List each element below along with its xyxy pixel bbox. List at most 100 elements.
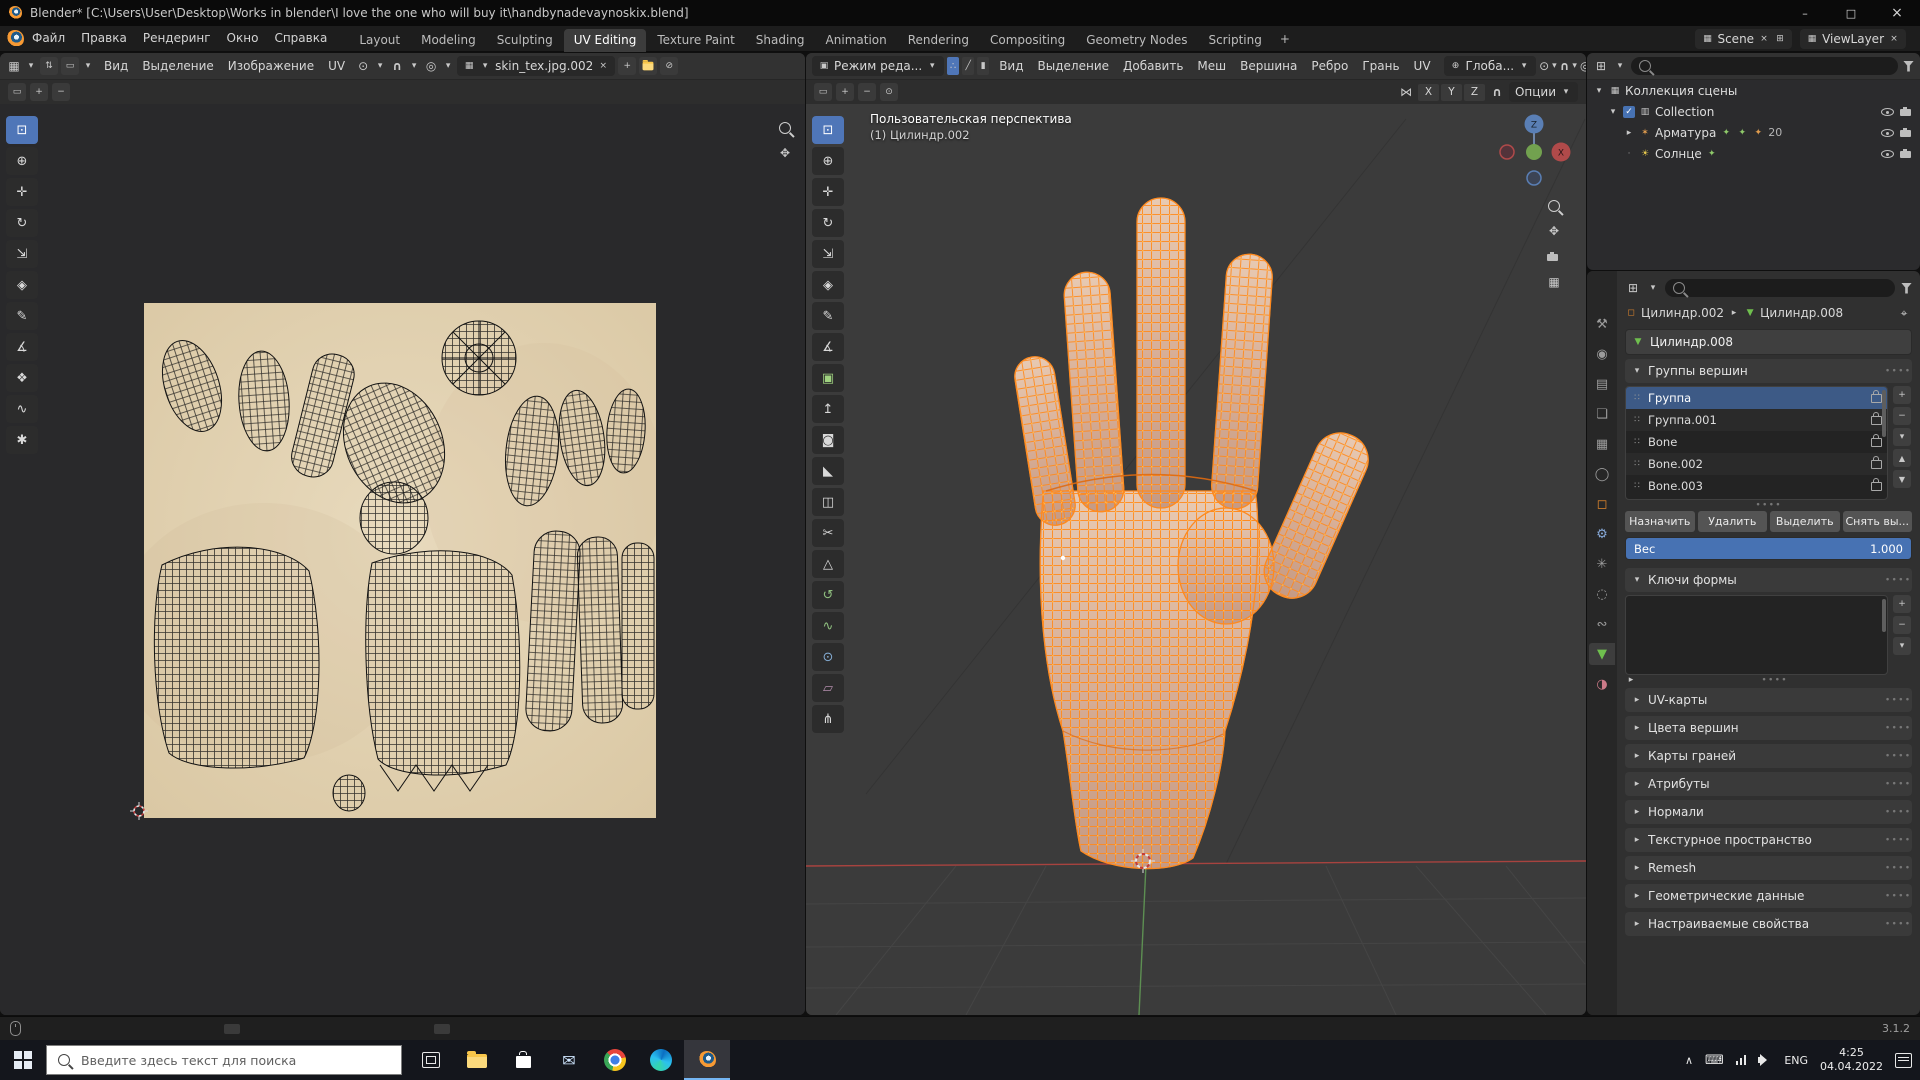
add-vertex-group-button[interactable] bbox=[1893, 386, 1911, 404]
snap-magnet-icon[interactable] bbox=[1560, 58, 1570, 74]
properties-panel-header[interactable]: Геометрические данные bbox=[1625, 884, 1912, 908]
cursor-tool[interactable]: ⊕ bbox=[6, 147, 38, 175]
transform-tool[interactable]: ◈ bbox=[812, 271, 844, 299]
camera-icon[interactable] bbox=[1900, 105, 1914, 118]
uv-select-mode[interactable] bbox=[61, 57, 79, 75]
outliner-row-collection[interactable]: Collection bbox=[1587, 101, 1920, 122]
workspace-tab[interactable]: Sculpting bbox=[487, 29, 563, 52]
shear-tool[interactable]: ▱ bbox=[812, 674, 844, 702]
menu-item[interactable]: Рендеринг bbox=[135, 26, 219, 51]
move-group-up-button[interactable] bbox=[1893, 449, 1911, 467]
workspace-tab[interactable]: Modeling bbox=[411, 29, 486, 52]
rotate-tool[interactable]: ↻ bbox=[6, 209, 38, 237]
vertex-group-action-button[interactable]: Удалить bbox=[1697, 511, 1767, 532]
workspace-tab[interactable]: UV Editing bbox=[563, 28, 647, 52]
spin-tool[interactable]: ↺ bbox=[812, 581, 844, 609]
language-indicator[interactable]: ENG bbox=[1784, 1054, 1808, 1067]
datablock-name-field[interactable]: Цилиндр.008 bbox=[1625, 329, 1912, 355]
viewport-menu-item[interactable]: Меш bbox=[1190, 54, 1233, 79]
workspace-tab[interactable]: Rendering bbox=[898, 29, 979, 52]
workspace-tab[interactable]: Geometry Nodes bbox=[1076, 29, 1197, 52]
grab-tool[interactable]: ❖ bbox=[6, 364, 38, 392]
vertex-group-action-button[interactable]: Назначить bbox=[1625, 511, 1695, 532]
vertex-group-item[interactable]: Bone bbox=[1626, 431, 1887, 453]
edge-button[interactable] bbox=[638, 1040, 684, 1080]
uv-menu-item[interactable]: UV bbox=[321, 54, 352, 79]
knife-tool[interactable]: ✂ bbox=[812, 519, 844, 547]
particles-tab[interactable]: ✳ bbox=[1589, 553, 1615, 575]
keyboard-icon[interactable] bbox=[1705, 1053, 1724, 1068]
properties-panel-header[interactable]: Цвета вершин bbox=[1625, 716, 1912, 740]
measure-tool[interactable]: ∡ bbox=[6, 333, 38, 361]
scale-tool[interactable]: ⇲ bbox=[812, 240, 844, 268]
filter-icon[interactable] bbox=[1903, 60, 1914, 72]
rotate-tool[interactable]: ↻ bbox=[812, 209, 844, 237]
pivot-caret-icon[interactable] bbox=[1552, 60, 1557, 72]
shrink-fatten-tool[interactable]: ⊙ bbox=[812, 643, 844, 671]
navigation-gizmo[interactable]: Z X bbox=[1492, 110, 1576, 194]
poly-build-tool[interactable]: △ bbox=[812, 550, 844, 578]
editor-type-caret-icon[interactable] bbox=[1614, 60, 1626, 72]
pivot-point-icon[interactable] bbox=[1539, 58, 1549, 74]
outliner-row-armature[interactable]: Арматура 20 bbox=[1587, 122, 1920, 143]
minimize-button[interactable] bbox=[1782, 0, 1828, 26]
camera-icon[interactable] bbox=[1900, 147, 1914, 160]
network-icon[interactable] bbox=[1735, 1055, 1747, 1065]
volume-icon[interactable] bbox=[1758, 1054, 1772, 1066]
face-select-button[interactable] bbox=[977, 57, 990, 75]
editor-type-caret-icon[interactable] bbox=[25, 60, 37, 72]
uv-sync-toggle[interactable] bbox=[40, 57, 58, 75]
tool-tab[interactable]: ⚒ bbox=[1589, 313, 1615, 335]
vertex-group-action-button[interactable]: Выделить bbox=[1770, 511, 1840, 532]
pan-hand-icon[interactable] bbox=[777, 145, 793, 161]
caret-right-icon[interactable] bbox=[1625, 674, 1637, 686]
modifiers-tab[interactable]: ⚙ bbox=[1589, 523, 1615, 545]
vertex-group-item[interactable]: Bone.003 bbox=[1626, 475, 1887, 497]
pan-hand-icon[interactable] bbox=[1546, 223, 1562, 239]
taskbar-clock[interactable]: 4:25 04.04.2022 bbox=[1820, 1046, 1883, 1074]
editor-type-caret-icon[interactable] bbox=[1647, 282, 1659, 294]
workspace-tab[interactable]: Shading bbox=[746, 29, 815, 52]
move-tool[interactable]: ✛ bbox=[6, 178, 38, 206]
snap-caret-icon[interactable] bbox=[1572, 60, 1577, 72]
proportional-edit-icon[interactable] bbox=[1580, 58, 1586, 74]
properties-panel-header[interactable]: Карты граней bbox=[1625, 744, 1912, 768]
weight-slider[interactable]: Вес 1.000 bbox=[1625, 537, 1912, 560]
open-image-button[interactable] bbox=[639, 57, 658, 75]
viewport-menu-item[interactable]: Ребро bbox=[1304, 54, 1355, 79]
workspace-tab[interactable]: Animation bbox=[816, 29, 897, 52]
viewport-menu-item[interactable]: UV bbox=[1407, 54, 1438, 79]
lock-icon[interactable] bbox=[1871, 411, 1882, 425]
output-tab[interactable]: ▤ bbox=[1589, 373, 1615, 395]
viewport-menu-item[interactable]: Выделение bbox=[1031, 54, 1116, 79]
proportional-caret-icon[interactable] bbox=[442, 60, 454, 72]
tool-option-3[interactable] bbox=[858, 83, 876, 101]
file-explorer-button[interactable] bbox=[454, 1040, 500, 1080]
remove-vertex-group-button[interactable] bbox=[1893, 407, 1911, 425]
pinch-tool[interactable]: ✱ bbox=[6, 426, 38, 454]
eye-icon[interactable] bbox=[1881, 105, 1895, 118]
extrude-tool[interactable]: ↥ bbox=[812, 395, 844, 423]
editor-type-icon[interactable] bbox=[1593, 58, 1609, 74]
select-mode-subtract[interactable] bbox=[52, 83, 70, 101]
eye-icon[interactable] bbox=[1881, 126, 1895, 139]
breadcrumb-data[interactable]: Цилиндр.008 bbox=[1760, 306, 1843, 320]
object-data-tab[interactable]: ▼ bbox=[1589, 643, 1615, 665]
tool-option-2[interactable] bbox=[836, 83, 854, 101]
properties-panel-header[interactable]: Текстурное пространство bbox=[1625, 828, 1912, 852]
action-center-icon[interactable] bbox=[1895, 1052, 1912, 1068]
scale-tool[interactable]: ⇲ bbox=[6, 240, 38, 268]
chrome-button[interactable] bbox=[592, 1040, 638, 1080]
relax-tool[interactable]: ∿ bbox=[6, 395, 38, 423]
zoom-icon[interactable] bbox=[779, 122, 791, 134]
properties-panel-header[interactable]: Атрибуты bbox=[1625, 772, 1912, 796]
vertex-select-button[interactable] bbox=[947, 57, 960, 75]
select-box-tool[interactable]: ⊡ bbox=[6, 116, 38, 144]
mirror-axis-toggle[interactable]: X bbox=[1417, 83, 1439, 101]
outliner-row-scene-collection[interactable]: Коллекция сцены bbox=[1587, 80, 1920, 101]
lock-icon[interactable] bbox=[1871, 389, 1882, 403]
uv-select-mode-caret-icon[interactable] bbox=[82, 60, 94, 72]
loop-cut-tool[interactable]: ◫ bbox=[812, 488, 844, 516]
maximize-button[interactable] bbox=[1828, 0, 1874, 26]
viewlayer-selector[interactable]: ViewLayer bbox=[1800, 28, 1906, 49]
